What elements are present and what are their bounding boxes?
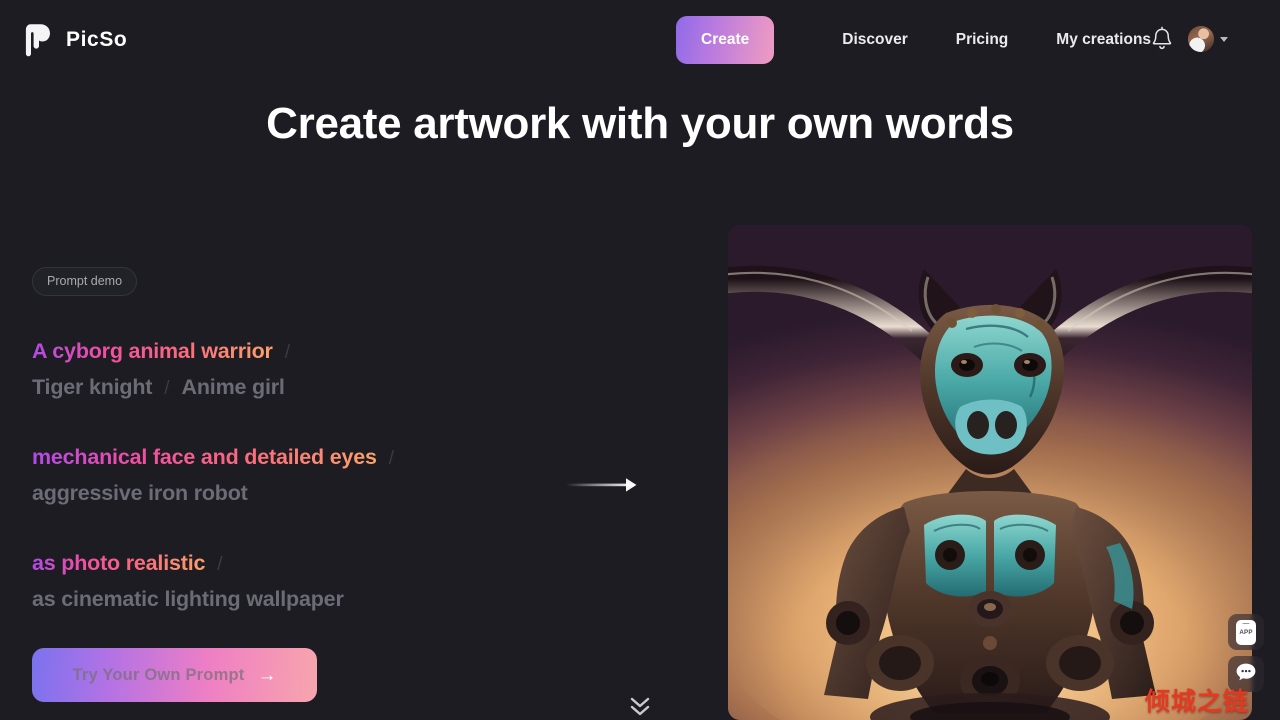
- floating-action-buttons: APP: [1228, 614, 1264, 692]
- artwork-illustration: [728, 265, 1252, 720]
- prompt-group-style: as photo realistic / as cinematic lighti…: [32, 551, 652, 612]
- nav-link-pricing[interactable]: Pricing: [932, 31, 1033, 49]
- picso-landing-page: PicSo Create Discover Pricing My creatio…: [0, 0, 1280, 720]
- avatar: [1188, 26, 1214, 52]
- double-chevron-down-icon: [627, 695, 653, 720]
- try-your-own-prompt-button[interactable]: Try Your Own Prompt →: [32, 648, 317, 702]
- cta-label: Try Your Own Prompt: [72, 665, 245, 684]
- long-arrow-right-icon: [566, 476, 638, 494]
- page-title: Create artwork with your own words: [266, 99, 1014, 148]
- prompt-group-subject: A cyborg animal warrior / Tiger knight /…: [32, 339, 652, 400]
- prompt-option-cinematic[interactable]: as cinematic lighting wallpaper: [32, 587, 344, 612]
- prompt-separator: /: [164, 378, 170, 399]
- main-navigation: Create Discover Pricing My creations: [676, 16, 1175, 64]
- mobile-app-button[interactable]: APP: [1228, 614, 1264, 650]
- prompt-line-active: as photo realistic /: [32, 551, 652, 576]
- header-right-controls: [1150, 26, 1228, 52]
- arrow-right-icon: →: [257, 664, 277, 686]
- prompt-option-active[interactable]: as photo realistic: [32, 551, 205, 576]
- user-menu[interactable]: [1188, 26, 1228, 52]
- prompt-option-tiger-knight[interactable]: Tiger knight: [32, 375, 152, 400]
- prompt-separator: /: [217, 554, 223, 575]
- nav-link-discover[interactable]: Discover: [818, 31, 931, 49]
- prompt-option-iron-robot[interactable]: aggressive iron robot: [32, 481, 248, 506]
- brand-name: PicSo: [66, 28, 128, 51]
- prompt-separator: /: [388, 448, 395, 469]
- site-header: PicSo Create Discover Pricing My creatio…: [0, 0, 1280, 80]
- create-button[interactable]: Create: [676, 16, 775, 64]
- prompt-group-detail: mechanical face and detailed eyes / aggr…: [32, 445, 652, 506]
- prompt-option-anime-girl[interactable]: Anime girl: [182, 375, 285, 400]
- prompt-option-active[interactable]: mechanical face and detailed eyes: [32, 445, 377, 470]
- prompt-line-active: A cyborg animal warrior /: [32, 339, 652, 364]
- prompt-line-active: mechanical face and detailed eyes /: [32, 445, 652, 470]
- prompt-line-alternatives: Tiger knight / Anime girl: [32, 375, 652, 400]
- nav-links: Discover Pricing My creations: [818, 31, 1175, 49]
- paint-drip-icon: [25, 23, 55, 57]
- mobile-app-icon: APP: [1236, 619, 1256, 645]
- prompt-separator: /: [284, 342, 291, 363]
- notification-bell-icon[interactable]: [1150, 26, 1174, 52]
- generated-artwork-image[interactable]: [728, 225, 1252, 720]
- prompt-line-alternatives: aggressive iron robot: [32, 481, 652, 506]
- prompt-option-active[interactable]: A cyborg animal warrior: [32, 339, 273, 364]
- chevron-down-icon: [1220, 36, 1228, 42]
- app-button-label: APP: [1239, 628, 1253, 636]
- prompt-demo-badge: Prompt demo: [32, 267, 138, 296]
- prompt-demo-panel: Prompt demo A cyborg animal warrior / Ti…: [32, 267, 652, 612]
- prompt-line-alternatives: as cinematic lighting wallpaper: [32, 587, 652, 612]
- scroll-down-indicator[interactable]: [0, 695, 1280, 720]
- brand-logo[interactable]: PicSo: [25, 23, 127, 57]
- watermark-text: 倾城之链: [1145, 687, 1250, 716]
